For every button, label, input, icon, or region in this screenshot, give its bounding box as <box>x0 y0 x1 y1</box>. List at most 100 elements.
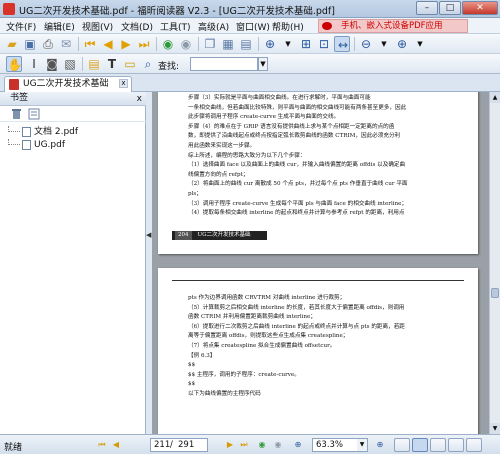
menu-advanced[interactable]: 高级(A) <box>198 20 229 33</box>
select-text-button[interactable]: I <box>26 56 42 72</box>
scroll-thumb[interactable] <box>491 288 499 298</box>
cover-view-button[interactable] <box>466 438 482 452</box>
properties-button[interactable]: ▦ <box>220 36 236 52</box>
typewriter-button[interactable]: T <box>104 56 120 72</box>
first-page-button[interactable]: ⏮ <box>82 36 98 52</box>
menu-tools[interactable]: 工具(T) <box>160 20 191 33</box>
toolbar-separator <box>198 37 199 51</box>
last-page-button[interactable]: ⏭ <box>136 36 152 52</box>
text-line: $$ 主程序，调用的子程序：create-curve。 <box>188 371 300 378</box>
text-line: 此步骤将调用子程序 create-curve 生成平面与曲面的交线。 <box>188 114 340 121</box>
camera-icon: ◙ <box>46 57 58 71</box>
bookmark-button[interactable]: ▤ <box>238 36 254 52</box>
menu-file[interactable]: 文件(F) <box>6 20 36 33</box>
list-item[interactable]: 文档 2.pdf <box>8 126 78 138</box>
header-rule <box>172 280 464 281</box>
text-line: 步骤（4）的难点在于 GRIP 语言没有提供曲线上求与某个点相距一定距离的点的函 <box>188 123 395 130</box>
tab-label: UG二次开发技术基础 <box>23 79 109 89</box>
status-zoom-button[interactable]: ⊕ <box>292 439 304 451</box>
delete-bookmark-button[interactable] <box>10 108 22 120</box>
status-zoom-in-button[interactable]: ⊕ <box>374 439 386 451</box>
panel-toolbar <box>0 106 146 122</box>
next-page-icon: ▶ <box>121 37 131 51</box>
search-tool-button[interactable]: ⌕ <box>140 56 156 72</box>
bookmark-tree: 文档 2.pdf UG.pdf <box>8 126 78 152</box>
tab-document[interactable]: UG二次开发技术基础 x <box>4 76 132 92</box>
prev-page-icon: ◀ <box>103 37 113 51</box>
page-number-input[interactable]: 211 / 291 <box>150 438 208 452</box>
zoom-in-button[interactable]: ⊕ <box>394 36 410 52</box>
folder-open-icon: ▰ <box>7 37 17 51</box>
open-button[interactable]: ▰ <box>4 36 20 52</box>
status-forward-button[interactable]: ◉ <box>272 439 284 451</box>
highlight-button[interactable]: ▭ <box>122 56 138 72</box>
status-next-page-button[interactable]: ▶ <box>224 439 236 451</box>
save-button[interactable]: ▣ <box>22 36 38 52</box>
prev-page-button[interactable]: ◀ <box>100 36 116 52</box>
tools-toolbar: ✋ I ◙ ▧ ▤ T ▭ ⌕ 查找: ▼ <box>0 54 500 74</box>
menu-document[interactable]: 文档(D) <box>121 20 153 33</box>
maximize-button[interactable]: □ <box>439 1 461 15</box>
vertical-scrollbar[interactable]: ▲ ▼ <box>489 92 500 434</box>
text-line: 一条相交曲线，但若曲面比较特殊，则平面与曲面的相交曲线可能有两条甚至更多，因此 <box>188 104 407 111</box>
note-button[interactable]: ▤ <box>86 56 102 72</box>
fit-page-button[interactable]: ⊡ <box>316 36 332 52</box>
chevron-down-icon: ▼ <box>285 40 291 48</box>
facing-view-button[interactable] <box>430 438 446 452</box>
document-view[interactable]: 步骤（3）实际就是平面与曲面相交曲线。在进行求解时，平面与曲面可能 一条相交曲线… <box>152 92 489 434</box>
bookmark-panel: 书签 x 文档 2.pdf UG.pdf <box>0 92 146 434</box>
total-pages: 291 <box>178 440 195 450</box>
hand-tool-button[interactable]: ✋ <box>6 56 22 72</box>
zoom-in-icon: ⊕ <box>396 37 408 51</box>
zoom-out-dropdown[interactable]: ▼ <box>376 36 392 52</box>
status-last-page-button[interactable]: ⏭ <box>238 439 250 451</box>
copy-button[interactable]: ❐ <box>202 36 218 52</box>
panel-close-button[interactable]: x <box>137 93 142 106</box>
ad-banner[interactable]: 手机、嵌入式设备PDF应用 <box>318 19 468 33</box>
continuous-view-button[interactable] <box>412 438 428 452</box>
scroll-down-icon[interactable]: ▼ <box>490 423 500 434</box>
actual-size-button[interactable]: ⊞ <box>298 36 314 52</box>
bookmark-options-button[interactable] <box>28 108 40 120</box>
menu-edit[interactable]: 编辑(E) <box>44 20 75 33</box>
tab-close-button[interactable]: x <box>119 79 128 88</box>
menu-help[interactable]: 帮助(H) <box>272 20 304 33</box>
next-page-button[interactable]: ▶ <box>118 36 134 52</box>
zoom-out-button[interactable]: ⊖ <box>358 36 374 52</box>
magnifier-icon: ⊕ <box>294 440 302 449</box>
first-page-icon: ⏮ <box>98 440 106 449</box>
snapshot-button[interactable]: ◙ <box>44 56 60 72</box>
menu-view[interactable]: 视图(V) <box>82 20 113 33</box>
page-upper: 步骤（3）实际就是平面与曲面相交曲线。在进行求解时，平面与曲面可能 一条相交曲线… <box>158 92 478 254</box>
print-button[interactable]: ⎙ <box>40 36 56 52</box>
close-window-button[interactable]: ✕ <box>462 1 498 15</box>
find-input[interactable] <box>190 57 258 71</box>
save-icon: ▣ <box>24 37 36 51</box>
zoom-tool-button[interactable]: ⊕ <box>262 36 278 52</box>
find-dropdown[interactable]: ▼ <box>258 57 268 71</box>
select-image-button[interactable]: ▧ <box>62 56 78 72</box>
page-footer: 204 UG二次开发技术基础 <box>172 231 267 240</box>
minimize-button[interactable]: – <box>416 1 438 15</box>
zoom-dropdown[interactable]: ▼ <box>280 36 296 52</box>
status-back-button[interactable]: ◉ <box>256 439 268 451</box>
zoom-in-dropdown[interactable]: ▼ <box>412 36 428 52</box>
scroll-up-icon[interactable]: ▲ <box>490 92 500 103</box>
document-icon <box>22 127 31 137</box>
zoom-level-select[interactable]: 63.3% ▼ <box>312 438 368 452</box>
fit-width-button[interactable]: ↔ <box>334 36 350 52</box>
text-line: 函数 CTRIM 并利用偏置距离裁剪曲线 interline； <box>188 314 316 321</box>
continuous-facing-view-button[interactable] <box>448 438 464 452</box>
forward-button[interactable]: ◉ <box>178 36 194 52</box>
text-line: （1）选择曲面 face 以及曲面上的曲线 cur，并输入曲线偏置的距离 off… <box>188 162 406 169</box>
status-first-page-button[interactable]: ⏮ <box>96 439 108 451</box>
prev-page-icon: ◀ <box>112 440 120 449</box>
status-prev-page-button[interactable]: ◀ <box>110 439 122 451</box>
toolbar-separator <box>156 37 157 51</box>
single-page-view-button[interactable] <box>394 438 410 452</box>
menu-window[interactable]: 窗口(W) <box>236 20 270 33</box>
list-item[interactable]: UG.pdf <box>8 139 78 151</box>
email-button[interactable]: ✉ <box>58 36 74 52</box>
back-button[interactable]: ◉ <box>160 36 176 52</box>
panel-title: 书签 <box>10 93 29 103</box>
